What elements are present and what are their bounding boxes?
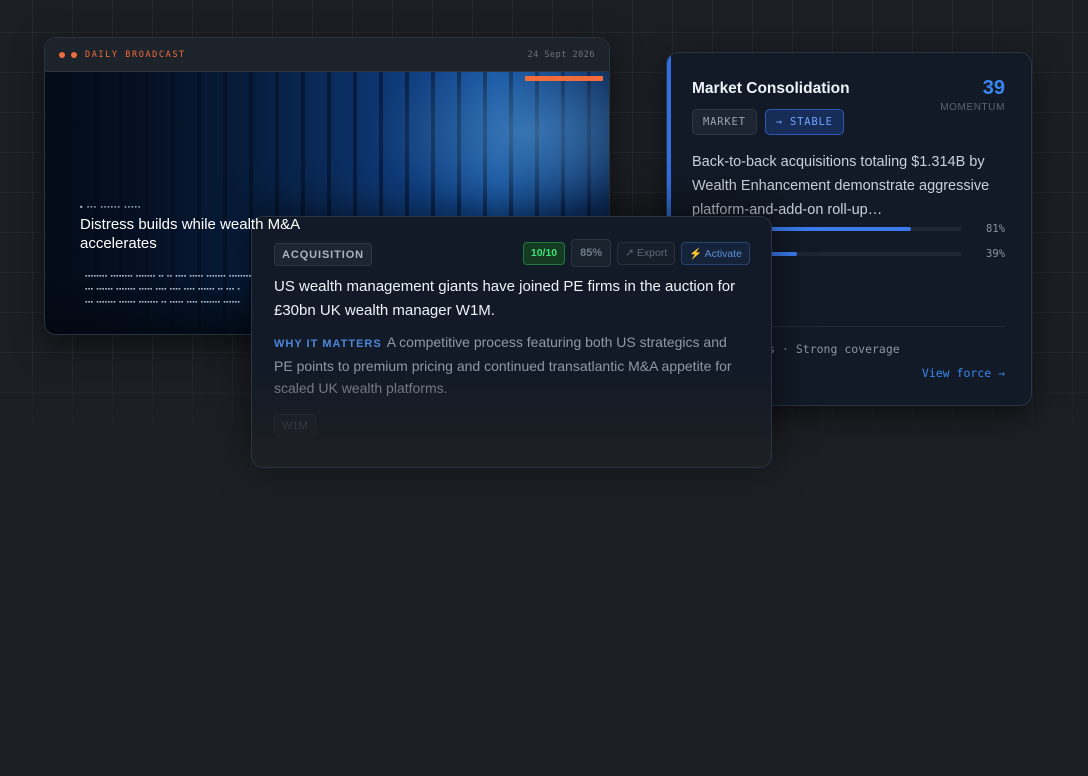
- momentum-label: MOMENTUM: [940, 102, 1005, 113]
- metric-bar-value: 39%: [986, 248, 1005, 260]
- card-title: Market Consolidation: [692, 80, 850, 97]
- export-button[interactable]: ↗ Export: [617, 241, 676, 265]
- summary-line: ▪▪▪ ▪▪▪▪▪▪▪ ▪▪▪▪▪▪ ▪▪▪▪▪▪▪ ▪▪ ▪▪▪▪▪ ▪▪▪▪…: [85, 299, 241, 304]
- market-pill[interactable]: MARKET: [692, 109, 757, 135]
- why-it-matters: WHY IT MATTERS A competitive process feat…: [274, 331, 749, 399]
- entity-tag[interactable]: W1M: [274, 414, 316, 437]
- stable-trend-pill[interactable]: → STABLE: [764, 109, 844, 135]
- card-pills: MARKET → STABLE: [692, 109, 844, 135]
- summary-line: ▪▪▪ ▪▪▪▪▪▪ ▪▪▪▪▪▪▪ ▪▪▪▪▪ ▪▪▪▪ ▪▪▪▪ ▪▪▪▪ …: [85, 286, 241, 291]
- summary-line: ▪▪▪▪▪▪▪▪ ▪▪▪▪▪▪▪▪ ▪▪▪▪▪▪▪ ▪▪ ▪▪ ▪▪▪▪ ▪▪▪…: [85, 273, 252, 278]
- acquisition-signal-card[interactable]: ACQUISITION 10/10 85% ↗ Export ⚡ Activat…: [251, 216, 772, 468]
- broadcast-summary-lines: ▪▪▪▪▪▪▪▪ ▪▪▪▪▪▪▪▪ ▪▪▪▪▪▪▪ ▪▪ ▪▪ ▪▪▪▪ ▪▪▪…: [85, 269, 251, 308]
- broadcast-date: 24 Sept 2026: [527, 49, 595, 60]
- momentum-score: 39: [982, 77, 1005, 99]
- activate-button[interactable]: ⚡ Activate: [681, 241, 750, 265]
- live-dot-icon: [59, 51, 65, 58]
- signal-score-badge: 10/10: [522, 241, 566, 265]
- card-actions: 10/10 85% ↗ Export ⚡ Activate: [522, 239, 750, 267]
- card-description: Back-to-back acquisitions totaling $1.31…: [692, 154, 990, 218]
- broadcast-headline: Distress builds while wealth M&A acceler…: [80, 216, 300, 252]
- broadcast-kicker: ● ▪▪▪ ▪▪▪▪▪▪ ▪▪▪▪▪: [80, 204, 142, 209]
- metric-bar-value: 81%: [986, 223, 1005, 235]
- confidence-badge: 85%: [571, 239, 612, 267]
- view-force-link[interactable]: View force →: [922, 366, 1005, 380]
- why-it-matters-label: WHY IT MATTERS: [274, 338, 382, 350]
- broadcast-title: DAILY BROADCAST: [85, 49, 186, 60]
- broadcast-header: DAILY BROADCAST 24 Sept 2026: [45, 38, 609, 72]
- signal-headline: US wealth management giants have joined …: [274, 278, 736, 319]
- broadcast-flag: [525, 76, 603, 81]
- live-dot-icon: [71, 51, 77, 58]
